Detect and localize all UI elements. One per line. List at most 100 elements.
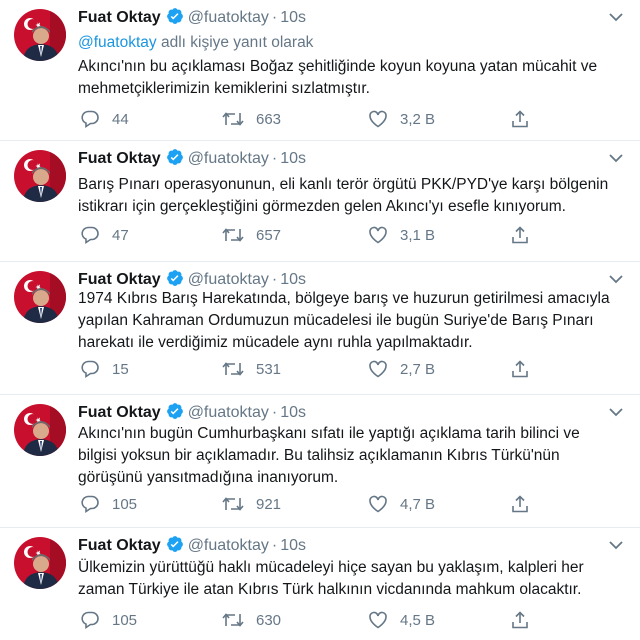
tweet[interactable]: Fuat Oktay @fuatoktay · 10s 1974 Kıbrıs Bar… — [0, 262, 640, 395]
timestamp[interactable]: 10s — [280, 404, 306, 421]
retweet-count: 531 — [256, 360, 282, 378]
avatar[interactable] — [14, 9, 66, 61]
reply-count: 47 — [112, 226, 129, 244]
reply-button[interactable]: 105 — [80, 609, 137, 631]
reply-context: @fuatoktay adlı kişiye yanıt olarak — [78, 32, 313, 54]
tweet-actions: 47 657 3,1 B — [78, 224, 538, 246]
share-icon — [512, 110, 528, 128]
tweet-actions: 105 630 4,5 B — [78, 609, 538, 631]
reply-context-text: adlı kişiye yanıt olarak — [156, 34, 314, 51]
tweet[interactable]: Fuat Oktay @fuatoktay · 10s @fuatoktay adlı… — [0, 0, 640, 141]
reply-icon — [81, 226, 99, 244]
tweet-text: Barış Pınarı operasyonunun, eli kanlı te… — [78, 176, 609, 215]
chevron-down-icon[interactable] — [608, 538, 624, 550]
handle[interactable]: @fuatoktay — [188, 404, 269, 421]
retweet-button[interactable]: 657 — [222, 224, 281, 246]
timestamp[interactable]: 10s — [280, 9, 306, 26]
share-button[interactable] — [510, 108, 530, 130]
separator: · — [271, 150, 278, 167]
tweet[interactable]: Fuat Oktay @fuatoktay · 10s Barış Pınarı op… — [0, 141, 640, 262]
like-count: 3,2 B — [400, 110, 436, 128]
reply-icon — [81, 110, 99, 128]
tweet[interactable]: Fuat Oktay @fuatoktay · 10s Akıncı'nın bugü… — [0, 395, 640, 528]
heart-icon — [369, 495, 387, 513]
like-count: 3,1 B — [400, 226, 436, 244]
like-count: 2,7 B — [400, 360, 436, 378]
chevron-down-icon[interactable] — [608, 272, 624, 284]
like-button[interactable]: 3,2 B — [368, 108, 435, 130]
share-icon — [512, 495, 528, 513]
handle[interactable]: @fuatoktay — [188, 9, 269, 26]
like-button[interactable]: 4,5 B — [368, 609, 435, 631]
display-name[interactable]: Fuat Oktay — [78, 404, 161, 421]
like-count: 4,5 B — [400, 611, 436, 629]
chevron-down-icon[interactable] — [608, 10, 624, 22]
reply-button[interactable]: 44 — [80, 108, 129, 130]
tweet-header: Fuat Oktay @fuatoktay · 10s — [78, 402, 626, 424]
tweet-actions: 15 531 2,7 B — [78, 358, 538, 380]
display-name[interactable]: Fuat Oktay — [78, 150, 161, 167]
retweet-icon — [222, 362, 244, 376]
handle[interactable]: @fuatoktay — [188, 537, 269, 554]
avatar[interactable] — [14, 150, 66, 202]
reply-icon — [81, 611, 99, 629]
tweet-feed: Fuat Oktay @fuatoktay · 10s @fuatoktay adlı… — [0, 0, 640, 640]
separator: · — [271, 9, 278, 26]
like-button[interactable]: 2,7 B — [368, 358, 435, 380]
tweet-text: Ülkemizin yürüttüğü haklı mücadeleyi hiç… — [78, 559, 584, 598]
retweet-icon — [222, 613, 244, 627]
like-button[interactable]: 4,7 B — [368, 493, 435, 515]
tweet-header: Fuat Oktay @fuatoktay · 10s — [78, 148, 626, 170]
reply-button[interactable]: 47 — [80, 224, 129, 246]
heart-icon — [369, 110, 387, 128]
reply-button[interactable]: 15 — [80, 358, 129, 380]
reply-count: 105 — [112, 495, 138, 513]
handle[interactable]: @fuatoktay — [188, 150, 269, 167]
heart-icon — [369, 226, 387, 244]
tweet[interactable]: Fuat Oktay @fuatoktay · 10s Ülkemizin yürüt… — [0, 528, 640, 640]
display-name[interactable]: Fuat Oktay — [78, 271, 161, 288]
reply-count: 105 — [112, 611, 138, 629]
avatar[interactable] — [14, 404, 66, 456]
retweet-icon — [222, 228, 244, 242]
retweet-icon — [222, 497, 244, 511]
retweet-button[interactable]: 531 — [222, 358, 281, 380]
tweet-text: Akıncı'nın bu açıklaması Boğaz şehitliği… — [78, 58, 598, 97]
display-name[interactable]: Fuat Oktay — [78, 537, 161, 554]
reply-icon — [81, 495, 99, 513]
retweet-button[interactable]: 630 — [222, 609, 281, 631]
retweet-button[interactable]: 663 — [222, 108, 281, 130]
heart-icon — [369, 360, 387, 378]
share-button[interactable] — [510, 493, 530, 515]
heart-icon — [369, 611, 387, 629]
display-name[interactable]: Fuat Oktay — [78, 9, 161, 26]
reply-mention-link[interactable]: @fuatoktay — [78, 34, 157, 51]
retweet-count: 657 — [256, 226, 282, 244]
chevron-down-icon[interactable] — [608, 405, 624, 417]
tweet-actions: 105 921 4,7 B — [78, 493, 538, 515]
share-button[interactable] — [510, 358, 530, 380]
chevron-down-icon[interactable] — [608, 151, 624, 163]
share-icon — [512, 226, 528, 244]
share-button[interactable] — [510, 224, 530, 246]
verified-badge-icon — [166, 148, 184, 173]
timestamp[interactable]: 10s — [280, 271, 306, 288]
timestamp[interactable]: 10s — [280, 150, 306, 167]
avatar[interactable] — [14, 537, 66, 589]
tweet-header: Fuat Oktay @fuatoktay · 10s — [78, 535, 626, 557]
share-button[interactable] — [510, 609, 530, 631]
avatar[interactable] — [14, 271, 66, 323]
like-count: 4,7 B — [400, 495, 436, 513]
reply-button[interactable]: 105 — [80, 493, 137, 515]
share-icon — [512, 611, 528, 629]
retweet-button[interactable]: 921 — [222, 493, 281, 515]
timestamp[interactable]: 10s — [280, 537, 306, 554]
retweet-icon — [222, 112, 244, 126]
reply-icon — [81, 360, 99, 378]
tweet-text: 1974 Kıbrıs Barış Harekatında, bölgeye b… — [78, 290, 610, 351]
handle[interactable]: @fuatoktay — [188, 271, 269, 288]
tweet-text: Akıncı'nın bugün Cumhurbaşkanı sıfatı il… — [78, 425, 580, 486]
separator: · — [271, 271, 278, 288]
retweet-count: 663 — [256, 110, 282, 128]
like-button[interactable]: 3,1 B — [368, 224, 435, 246]
